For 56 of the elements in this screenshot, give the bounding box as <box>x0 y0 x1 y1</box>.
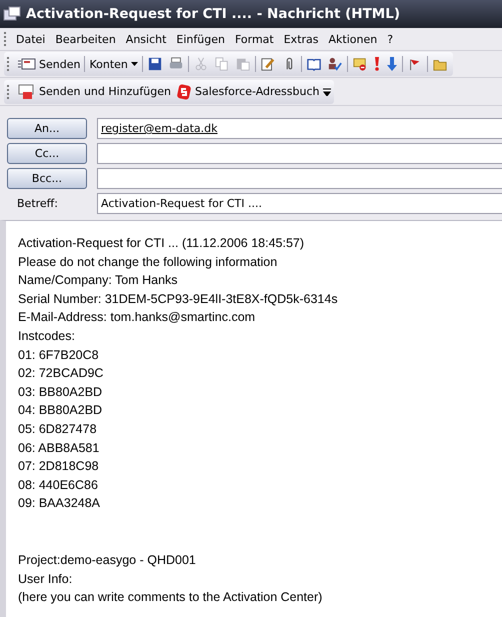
scissors-icon <box>194 57 208 71</box>
body-text-line: User Info: <box>18 570 74 588</box>
recipient-link[interactable]: register@em-data.dk <box>101 122 218 135</box>
body-text-line: 05: 6D827478 <box>18 420 98 438</box>
menu-item[interactable]: Ansicht <box>122 30 170 48</box>
body-text-line: Instcodes: <box>18 328 76 345</box>
body-text-line: 06: ABB8A581 <box>18 440 100 457</box>
paste-icon <box>236 57 250 71</box>
cc-field[interactable] <box>97 143 502 164</box>
window-title: Activation-Request for CTI .... - Nachricht (HTML) <box>26 6 400 22</box>
printer-icon <box>168 57 183 71</box>
menu-item[interactable]: Datei <box>12 30 50 48</box>
body-text-line: 04: BB80A2BD <box>18 402 104 420</box>
menu-item[interactable]: Aktionen <box>324 30 382 48</box>
exclamation-icon <box>374 56 380 72</box>
to-button[interactable]: An... <box>7 118 87 139</box>
folder-icon <box>432 57 447 71</box>
body-text-line: 08: 440E6C86 <box>18 476 99 494</box>
overflow-icon[interactable] <box>322 88 330 96</box>
body-text-line: Name/Company: Tom Hanks <box>18 272 179 290</box>
caret-icon <box>130 62 138 66</box>
down-arrow-icon <box>386 57 397 71</box>
body-text-line: E-Mail-Address: tom.hanks@smartinc.com <box>18 309 256 326</box>
menu-item[interactable]: Extras <box>280 30 323 48</box>
send-button[interactable]: Senden <box>16 56 82 72</box>
subject-label: Betreff: <box>16 197 59 210</box>
body-text-line: 03: BB80A2BD <box>18 384 104 401</box>
menu-item[interactable]: Bearbeiten <box>51 30 120 48</box>
person-check-icon <box>328 57 342 71</box>
accounts-button[interactable]: Konten <box>87 56 140 72</box>
to-field[interactable]: register@em-data.dk <box>97 118 502 139</box>
pencil-icon <box>260 57 275 71</box>
menu-item[interactable]: ? <box>383 30 398 48</box>
body-text-line: 02: 72BCAD9C <box>18 365 104 382</box>
menu-item[interactable]: Einfügen <box>172 30 229 48</box>
menu-item[interactable]: Format <box>230 30 278 48</box>
body-text-line: 09: BAA3248A <box>18 495 102 512</box>
send-and-add-button[interactable]: Senden und Hinzufügen <box>16 82 173 102</box>
body-text-line: Project:demo-easygo - QHD001 <box>18 552 197 569</box>
save-icon <box>148 57 162 71</box>
body-text-line: Activation-Request for CTI ... (11.12.2006 18:45:57) <box>18 235 306 252</box>
flag-icon <box>408 57 422 71</box>
address-book-button[interactable]: Salesforce-Adressbuch <box>174 82 322 102</box>
message-body[interactable] <box>0 220 502 617</box>
book-icon <box>306 57 321 71</box>
bcc-field[interactable] <box>97 168 502 189</box>
subject-field[interactable]: Activation-Request for CTI .... <box>97 193 502 214</box>
body-text-line: 07: 2D818C98 <box>18 458 100 476</box>
body-text-line: Serial Number: 31DEM-5CP93-9E4lI-3tE8X-fQD5k-6314s <box>18 290 339 308</box>
body-text-line: Please do not change the following information <box>18 254 278 271</box>
body-text-line: (here you can write comments to the Activation Center) <box>18 589 324 606</box>
cc-button[interactable]: Cc... <box>7 143 87 164</box>
body-text-line: 01: 6F7B20C8 <box>18 346 100 364</box>
bcc-button[interactable]: Bcc... <box>7 168 87 189</box>
copy-icon <box>214 57 229 71</box>
logo-icon <box>176 84 192 100</box>
